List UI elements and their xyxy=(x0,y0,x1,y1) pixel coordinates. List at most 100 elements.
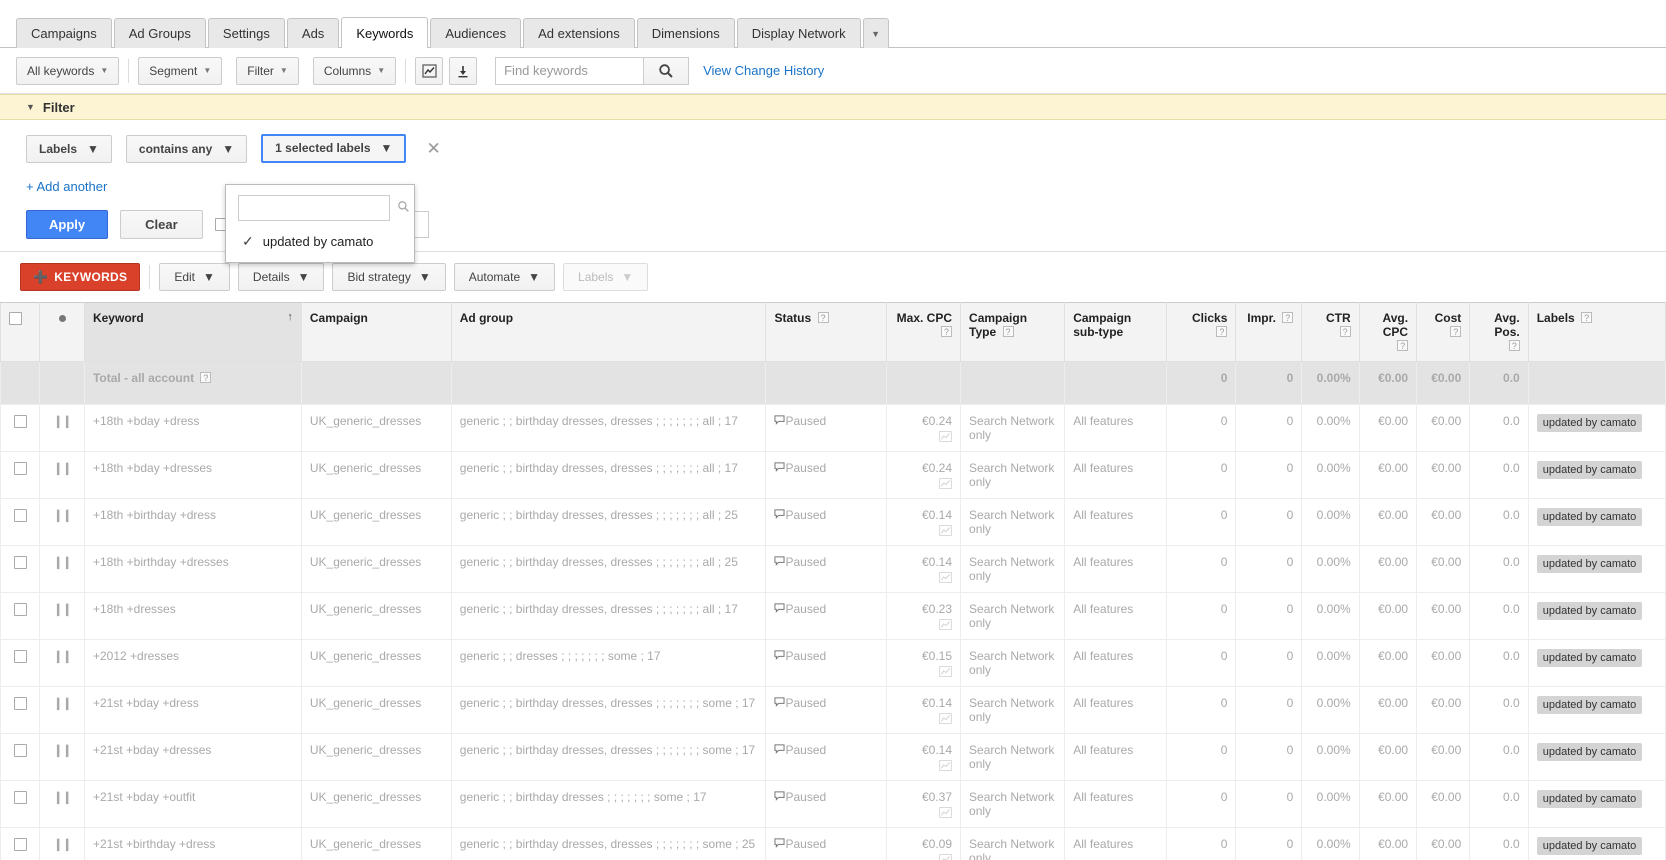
cell-max-cpc[interactable]: €0.24 xyxy=(885,404,962,452)
row-select-cell[interactable] xyxy=(0,639,41,687)
cell-labels[interactable]: updated by camato xyxy=(1527,686,1666,734)
table-row[interactable]: ❙❙ +21st +birthday +dress UK_generic_dress… xyxy=(0,827,1666,860)
cell-keyword[interactable]: +21st +bday +dress xyxy=(83,686,302,734)
row-select-cell[interactable] xyxy=(0,451,41,499)
cell-max-cpc[interactable]: €0.09 xyxy=(885,827,962,860)
row-pause-status-icon[interactable]: ❙❙ xyxy=(39,827,85,860)
cell-max-cpc[interactable]: €0.14 xyxy=(885,545,962,593)
cell-keyword[interactable]: +21st +birthday +dress xyxy=(83,827,302,860)
column-header-status[interactable]: Status ? xyxy=(765,302,887,362)
column-header-max-cpc[interactable]: Max. CPC ? xyxy=(885,302,962,362)
label-search-input[interactable] xyxy=(238,195,390,221)
details-dropdown[interactable]: Details ▼ xyxy=(237,263,325,291)
row-checkbox[interactable] xyxy=(13,650,27,664)
row-select-cell[interactable] xyxy=(0,592,41,640)
row-checkbox[interactable] xyxy=(13,462,27,476)
cell-ad-group[interactable]: generic ; ; birthday dresses, dresses ; … xyxy=(450,733,767,781)
tab-overflow-chevron-down-icon[interactable]: ▼ xyxy=(862,18,889,48)
cell-status[interactable]: Paused xyxy=(765,451,887,499)
table-row[interactable]: ❙❙ +18th +bday +dresses UK_generic_dresses… xyxy=(0,451,1666,499)
table-row[interactable]: ❙❙ +21st +bday +dress UK_generic_dresses ge… xyxy=(0,686,1666,734)
row-pause-status-icon[interactable]: ❙❙ xyxy=(39,639,85,687)
search-input[interactable] xyxy=(495,56,644,85)
row-select-cell[interactable] xyxy=(0,404,41,452)
cell-status[interactable]: Paused xyxy=(765,404,887,452)
tab-ads[interactable]: Ads xyxy=(286,18,340,48)
row-checkbox[interactable] xyxy=(13,556,27,570)
help-icon[interactable]: ? xyxy=(1397,340,1409,351)
tab-keywords[interactable]: Keywords xyxy=(341,17,429,48)
row-pause-status-icon[interactable]: ❙❙ xyxy=(39,451,85,499)
cell-status[interactable]: Paused xyxy=(765,592,887,640)
row-pause-status-icon[interactable]: ❙❙ xyxy=(39,545,85,593)
cell-ad-group[interactable]: generic ; ; birthday dresses, dresses ; … xyxy=(450,545,767,593)
edit-dropdown[interactable]: Edit ▼ xyxy=(159,263,230,291)
column-header-avg-pos[interactable]: Avg. Pos. ? xyxy=(1469,302,1529,362)
cell-ad-group[interactable]: generic ; ; birthday dresses ; ; ; ; ; ;… xyxy=(450,780,767,828)
cell-keyword[interactable]: +18th +bday +dress xyxy=(83,404,302,452)
cell-labels[interactable]: updated by camato xyxy=(1527,639,1666,687)
tab-settings[interactable]: Settings xyxy=(207,18,285,48)
table-row[interactable]: ❙❙ +21st +bday +outfit UK_generic_dresses g… xyxy=(0,780,1666,828)
filter-value-dropdown[interactable]: 1 selected labels ▼ xyxy=(261,134,407,163)
row-pause-status-icon[interactable]: ❙❙ xyxy=(39,498,85,546)
apply-button[interactable]: Apply xyxy=(26,210,109,239)
download-icon-button[interactable] xyxy=(449,56,478,85)
tab-dimensions[interactable]: Dimensions xyxy=(636,18,735,48)
row-select-cell[interactable] xyxy=(0,686,41,734)
cell-labels[interactable]: updated by camato xyxy=(1527,780,1666,828)
cell-status[interactable]: Paused xyxy=(765,498,887,546)
cell-ad-group[interactable]: generic ; ; birthday dresses, dresses ; … xyxy=(450,592,767,640)
table-row[interactable]: ❙❙ +18th +birthday +dress UK_generic_dress… xyxy=(0,498,1666,546)
clear-button[interactable]: Clear xyxy=(120,210,203,239)
column-header-campaign[interactable]: Campaign xyxy=(300,302,452,362)
row-checkbox[interactable] xyxy=(13,509,27,523)
cell-campaign[interactable]: UK_generic_dresses xyxy=(300,404,452,452)
cell-campaign[interactable]: UK_generic_dresses xyxy=(300,686,452,734)
help-icon[interactable]: ? xyxy=(1002,326,1014,337)
cell-campaign[interactable]: UK_generic_dresses xyxy=(300,451,452,499)
cell-ad-group[interactable]: generic ; ; birthday dresses, dresses ; … xyxy=(450,451,767,499)
cell-status[interactable]: Paused xyxy=(765,545,887,593)
column-header-campaign-type[interactable]: Campaign Type ? xyxy=(960,302,1066,362)
cell-ad-group[interactable]: generic ; ; dresses ; ; ; ; ; ; ; some ;… xyxy=(450,639,767,687)
bid-strategy-dropdown[interactable]: Bid strategy ▼ xyxy=(332,263,446,291)
cell-labels[interactable]: updated by camato xyxy=(1527,733,1666,781)
table-row[interactable]: ❙❙ +2012 +dresses UK_generic_dresses generi… xyxy=(0,639,1666,687)
help-icon[interactable]: ? xyxy=(1508,340,1520,351)
add-keywords-button[interactable]: ➕ KEYWORDS xyxy=(20,263,141,291)
column-header-avg-cpc[interactable]: Avg. CPC ? xyxy=(1358,302,1418,362)
cell-campaign[interactable]: UK_generic_dresses xyxy=(300,639,452,687)
tab-campaigns[interactable]: Campaigns xyxy=(16,18,112,48)
table-row[interactable]: ❙❙ +18th +dresses UK_generic_dresses generi… xyxy=(0,592,1666,640)
help-icon[interactable]: ? xyxy=(1282,312,1294,323)
cell-keyword[interactable]: +2012 +dresses xyxy=(83,639,302,687)
cell-status[interactable]: Paused xyxy=(765,827,887,860)
select-all-checkbox[interactable] xyxy=(9,312,22,326)
row-pause-status-icon[interactable]: ❙❙ xyxy=(39,404,85,452)
cell-max-cpc[interactable]: €0.37 xyxy=(885,780,962,828)
cell-labels[interactable]: updated by camato xyxy=(1527,404,1666,452)
segment-dropdown[interactable]: Segment ▼ xyxy=(138,56,223,85)
column-header-keyword[interactable]: Keyword ↑ xyxy=(83,302,302,362)
view-change-history-link[interactable]: View Change History xyxy=(703,63,824,78)
cell-max-cpc[interactable]: €0.23 xyxy=(885,592,962,640)
help-icon[interactable]: ? xyxy=(1339,326,1351,337)
filter-dropdown[interactable]: Filter ▼ xyxy=(236,56,299,85)
cell-status[interactable]: Paused xyxy=(765,733,887,781)
column-header-impr[interactable]: Impr. ? xyxy=(1235,302,1303,362)
cell-labels[interactable]: updated by camato xyxy=(1527,827,1666,860)
row-pause-status-icon[interactable]: ❙❙ xyxy=(39,686,85,734)
column-header-ctr[interactable]: CTR ? xyxy=(1301,302,1360,362)
labels-dropdown[interactable]: Labels ▼ xyxy=(563,263,649,291)
cell-status[interactable]: Paused xyxy=(765,780,887,828)
row-checkbox[interactable] xyxy=(13,415,27,429)
help-icon[interactable]: ? xyxy=(1450,326,1462,337)
help-icon[interactable]: ? xyxy=(941,326,953,337)
cell-keyword[interactable]: +18th +bday +dresses xyxy=(83,451,302,499)
column-header-cost[interactable]: Cost ? xyxy=(1416,302,1471,362)
table-row[interactable]: ❙❙ +18th +bday +dress UK_generic_dresses ge… xyxy=(0,404,1666,452)
cell-status[interactable]: Paused xyxy=(765,639,887,687)
cell-campaign[interactable]: UK_generic_dresses xyxy=(300,545,452,593)
row-select-cell[interactable] xyxy=(0,498,41,546)
